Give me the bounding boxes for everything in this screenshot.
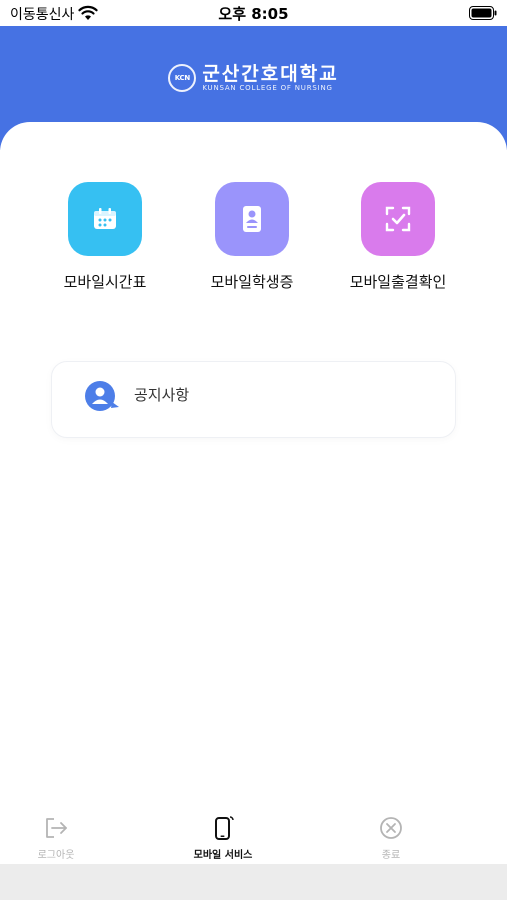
calendar-icon — [94, 208, 116, 229]
tab-logout-label: 로그아웃 — [37, 850, 75, 861]
close-circle-icon — [380, 817, 402, 839]
menu-mobile-attendance[interactable]: 모바일출결확인 — [328, 182, 468, 292]
timetable-tile[interactable] — [68, 182, 142, 256]
scan-check-icon — [385, 206, 411, 232]
logo-english-name: KUNSAN COLLEGE OF NURSING — [202, 83, 333, 92]
menu-mobile-timetable[interactable]: 모바일시간표 — [35, 182, 175, 292]
attendance-tile[interactable] — [361, 182, 435, 256]
mobile-device-icon — [215, 816, 234, 840]
tab-logout[interactable]: 로그아웃 — [6, 816, 106, 861]
user-speech-icon — [85, 381, 119, 411]
college-logo: KCN 군산간호대학교 KUNSAN COLLEGE OF NURSING — [0, 58, 507, 98]
student-id-tile[interactable] — [215, 182, 289, 256]
tab-mobile-service-label: 모바일 서비스 — [193, 850, 253, 861]
menu-mobile-student-id[interactable]: 모바일학생증 — [182, 182, 322, 292]
attendance-label: 모바일출결확인 — [349, 273, 447, 291]
notice-button[interactable]: 공지사항 — [51, 361, 456, 438]
student-id-label: 모바일학생증 — [210, 273, 294, 291]
logo-korean-name: 군산간호대학교 — [202, 62, 339, 85]
tab-mobile-service[interactable]: 모바일 서비스 — [173, 816, 273, 861]
bottom-tab-bar: 로그아웃 모바일 서비스 종료 — [0, 812, 507, 864]
tab-exit-label: 종료 — [381, 850, 401, 861]
status-bar: 이동통신사 오후 8:05 — [0, 0, 507, 26]
college-seal-icon: KCN — [168, 64, 197, 92]
status-time: 오후 8:05 — [218, 5, 289, 23]
battery-icon — [469, 6, 497, 20]
logout-icon — [46, 818, 67, 838]
main-content: 모바일시간표 모바일학생증 모바일출결확인 공지사항 — [0, 122, 507, 812]
id-card-icon — [243, 206, 261, 232]
home-indicator-area — [0, 864, 507, 900]
tab-exit[interactable]: 종료 — [341, 816, 441, 861]
timetable-label: 모바일시간표 — [63, 273, 147, 291]
seal-text: KCN — [174, 74, 191, 82]
notice-label: 공지사항 — [134, 386, 190, 404]
